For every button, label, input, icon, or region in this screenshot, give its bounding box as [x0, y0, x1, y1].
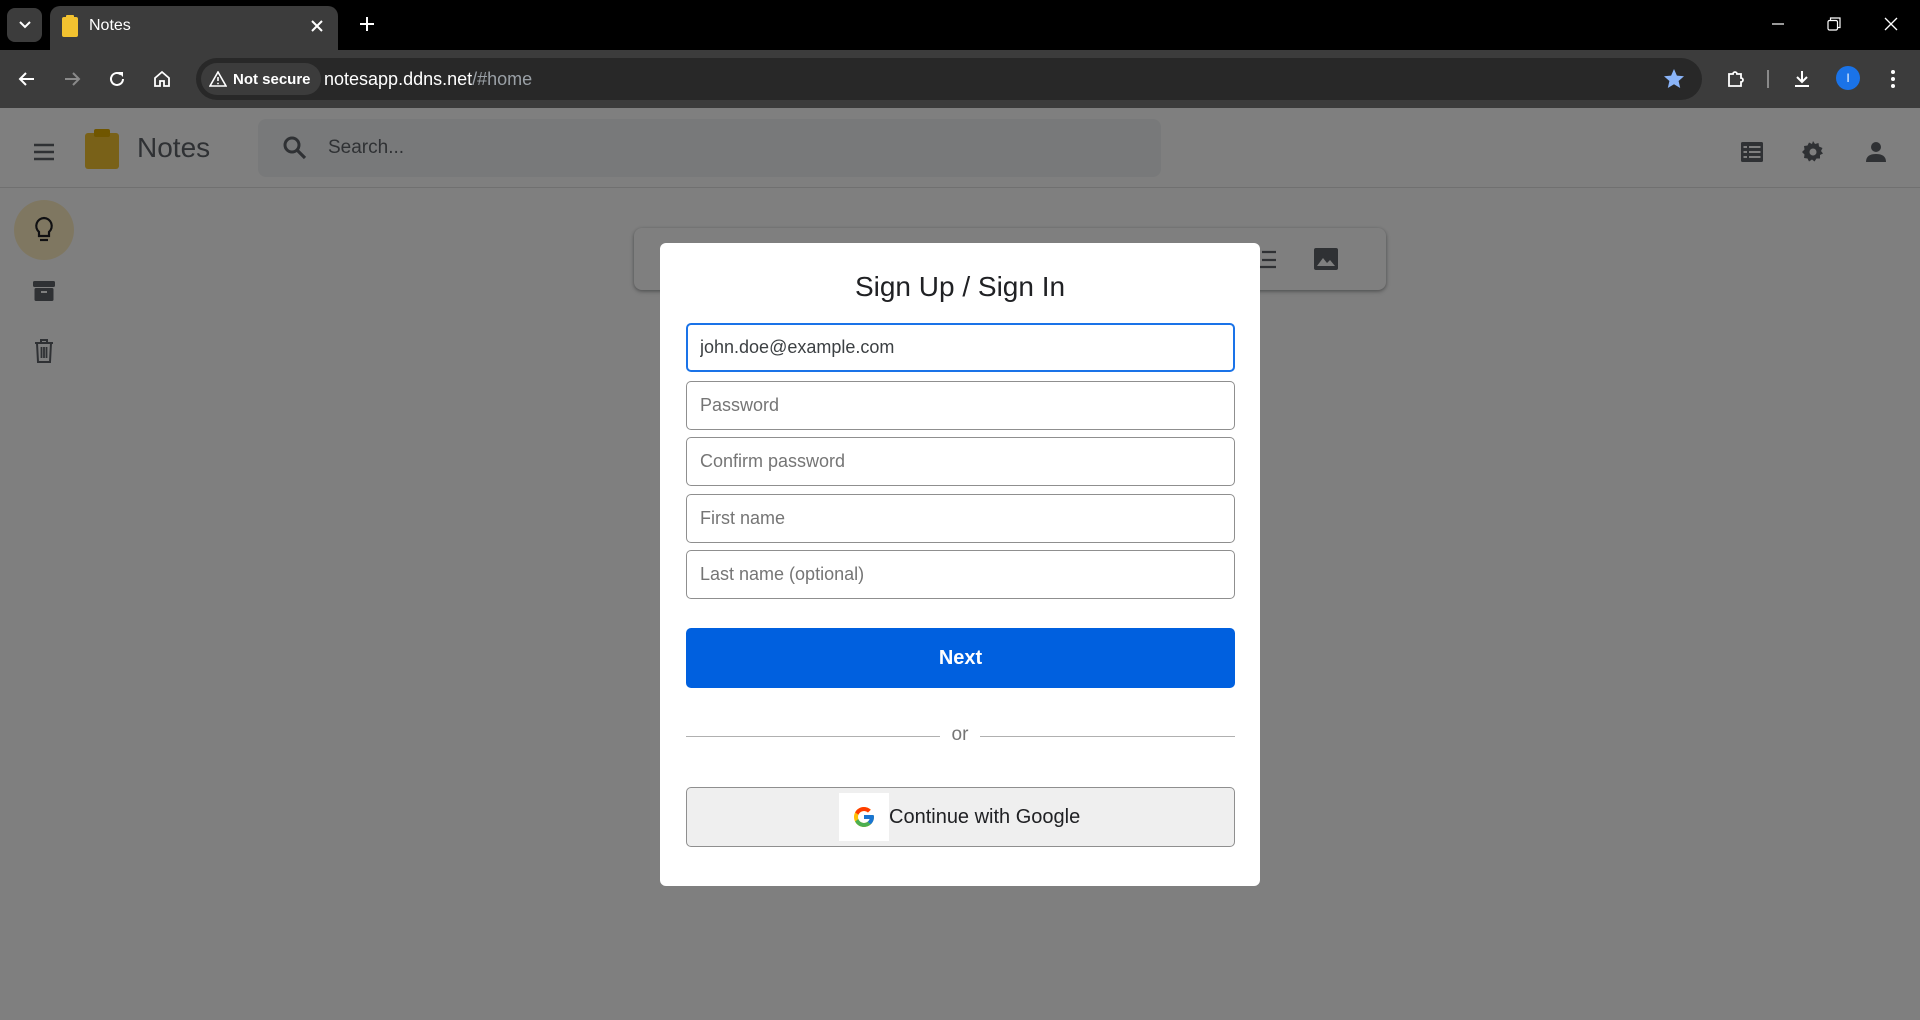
tab-search-button[interactable] — [7, 8, 42, 42]
browser-tab-bar: Notes — [0, 0, 1920, 50]
last-name-field[interactable] — [686, 550, 1235, 599]
security-indicator[interactable]: Not secure — [201, 63, 321, 95]
close-icon — [1884, 17, 1898, 31]
extensions-button[interactable] — [1720, 63, 1752, 95]
more-vert-icon — [1891, 70, 1895, 88]
close-window-button[interactable] — [1871, 8, 1911, 40]
security-label: Not secure — [233, 70, 311, 88]
email-field[interactable] — [686, 323, 1235, 372]
star-icon — [1664, 69, 1684, 88]
sign-in-dialog: Sign Up / Sign In Next or Continue with … — [660, 243, 1260, 886]
back-button[interactable] — [11, 63, 43, 95]
google-button-label: Continue with Google — [889, 806, 1081, 828]
warning-icon — [209, 71, 227, 87]
url-text: notesapp.ddns.net/#home — [324, 69, 532, 90]
browser-tab[interactable]: Notes — [50, 6, 338, 50]
confirm-password-field[interactable] — [686, 437, 1235, 486]
home-icon — [154, 70, 170, 87]
profile-avatar[interactable]: I — [1836, 66, 1860, 90]
plus-icon — [360, 17, 374, 31]
divider-text: or — [951, 724, 969, 745]
home-button[interactable] — [146, 63, 178, 95]
next-button[interactable]: Next — [686, 628, 1235, 688]
minimize-icon — [1772, 23, 1784, 25]
toolbar-divider — [1767, 70, 1769, 88]
reload-icon — [110, 71, 124, 86]
puzzle-icon — [1728, 71, 1744, 87]
first-name-field[interactable] — [686, 494, 1235, 543]
restore-icon — [1827, 17, 1841, 31]
address-bar[interactable]: Not secure notesapp.ddns.net/#home — [196, 58, 1702, 100]
close-icon — [311, 20, 323, 32]
browser-toolbar: Not secure notesapp.ddns.net/#home — [0, 50, 1920, 108]
dialog-title: Sign Up / Sign In — [854, 271, 1066, 302]
new-tab-button[interactable] — [353, 10, 381, 38]
browser-menu-button[interactable] — [1877, 63, 1909, 95]
notes-favicon-icon — [62, 15, 78, 37]
restore-button[interactable] — [1814, 8, 1854, 40]
arrow-right-icon — [65, 72, 81, 86]
url-path: /#home — [472, 69, 533, 89]
forward-button[interactable] — [56, 63, 88, 95]
minimize-button[interactable] — [1758, 8, 1798, 40]
downloads-button[interactable] — [1786, 63, 1818, 95]
google-sign-in-button[interactable]: Continue with Google — [686, 787, 1235, 847]
tab-close-button[interactable] — [306, 15, 328, 37]
chevron-down-icon — [18, 21, 31, 29]
password-field[interactable] — [686, 381, 1235, 430]
arrow-left-icon — [18, 72, 34, 86]
reload-button[interactable] — [101, 63, 133, 95]
download-icon — [1795, 71, 1809, 87]
url-host: notesapp.ddns.net — [324, 69, 473, 89]
tab-title: Notes — [89, 17, 131, 34]
google-logo-icon — [839, 793, 889, 841]
bookmark-star-button[interactable] — [1662, 67, 1686, 91]
